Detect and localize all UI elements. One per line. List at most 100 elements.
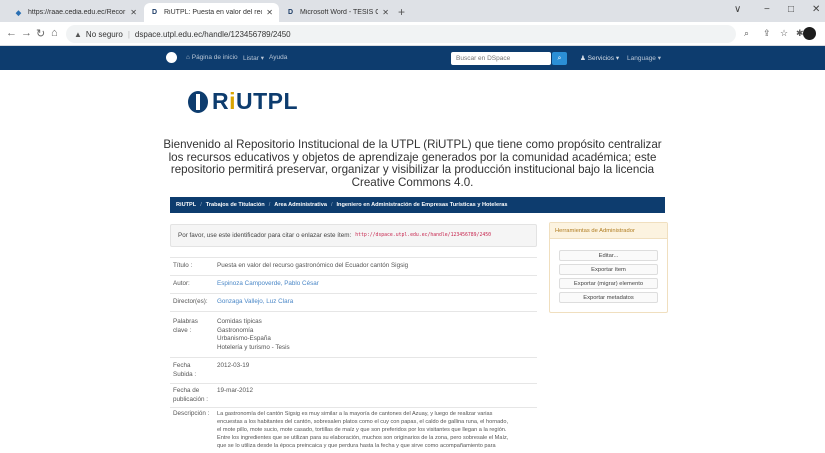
logo-rest: UTPL <box>236 88 299 114</box>
riutpl-logo[interactable]: RiUTPL <box>188 88 298 115</box>
close-tab-icon[interactable]: ✕ <box>130 8 137 17</box>
breadcrumb-item[interactable]: Ingeniero en Administración de Empresas … <box>337 202 508 208</box>
tab-title: https://raae.cedia.edu.ec/Recor <box>28 9 126 16</box>
nav-help[interactable]: Ayuda <box>269 54 287 61</box>
globe-icon: ◆ <box>15 9 22 17</box>
keywords-list: Comidas típicas Gastronomía Urbanismo-Es… <box>217 318 290 352</box>
keyword[interactable]: Comidas típicas <box>217 318 262 325</box>
url-text: dspace.utpl.edu.ec/handle/123456789/2450 <box>134 29 291 39</box>
keyword[interactable]: Hotelería y turismo - Tesis <box>217 344 290 351</box>
table-row: Palabras clave : Comidas típicas Gastrono… <box>170 311 537 357</box>
title-label: Título : <box>173 262 193 269</box>
table-row: Descripción : La gastronomía del cantón … <box>170 407 537 453</box>
table-row: Autor: Espinoza Campoverde, Pablo César <box>170 275 537 293</box>
tab-title: Microsoft Word - TESIS CD UTPL <box>300 9 379 16</box>
back-arrow-icon[interactable]: ← <box>6 27 17 39</box>
utpl-logo-icon[interactable] <box>166 52 177 63</box>
description-line: encuestas a los habitantes del cantón, s… <box>217 419 509 425</box>
upload-date-label: Fecha Subida : <box>173 362 196 379</box>
close-window-icon[interactable]: ✕ <box>812 4 820 15</box>
minimize-icon[interactable]: − <box>764 4 770 15</box>
export-item-button[interactable]: Exportar ítem <box>559 264 658 275</box>
table-row: Fecha Subida : 2012-03-19 <box>170 357 537 383</box>
logo-wordmark: RiUTPL <box>212 88 298 115</box>
description-label: Descripción : <box>173 410 210 417</box>
reload-icon[interactable]: ↻ <box>36 27 45 40</box>
export-migrate-button[interactable]: Exportar (migrar) elemento <box>559 278 658 289</box>
welcome-text: Bienvenido al Repositorio Institucional … <box>163 138 662 189</box>
close-tab-icon[interactable]: ✕ <box>266 8 273 17</box>
keywords-label-1: Palabras <box>173 318 198 325</box>
tab-title: RiUTPL: Puesta en valor del recur <box>164 9 263 16</box>
publication-date-value: 19-mar-2012 <box>217 387 254 394</box>
nav-services-label: Servicios ▾ <box>587 55 620 62</box>
admin-tools-panel: Herramientas de Administrador Editar... … <box>549 222 668 313</box>
site-navbar: ⌂ Página de inicio Listar ▾ Ayuda ⌕ ♟ Se… <box>0 46 825 70</box>
breadcrumb-item[interactable]: RiUTPL <box>176 202 196 208</box>
director-label: Director(es): <box>173 298 208 305</box>
breadcrumb-item[interactable]: Area Administrativa <box>274 202 327 208</box>
description-line: Entre los ingredientes que se utilizan p… <box>217 435 509 441</box>
nav-services[interactable]: ♟ Servicios ▾ <box>580 54 619 62</box>
upload-date-value: 2012-03-19 <box>217 362 250 369</box>
address-bar-row: ← → ↻ ⌂ ▲ No seguro | dspace.utpl.edu.ec… <box>0 22 825 46</box>
maximize-icon[interactable]: □ <box>788 4 794 15</box>
table-row: Título : Puesta en valor del recurso gas… <box>170 257 537 275</box>
author-link[interactable]: Espinoza Campoverde, Pablo César <box>217 280 319 289</box>
search-input[interactable] <box>451 52 551 65</box>
url-separator: | <box>127 29 130 39</box>
profile-avatar[interactable] <box>803 27 816 40</box>
admin-tools-title: Herramientas de Administrador <box>550 223 667 239</box>
nav-home-label: Página de inicio <box>191 54 238 61</box>
home-icon[interactable]: ⌂ <box>51 27 58 39</box>
author-name[interactable]: Espinoza Campoverde, Pablo César <box>217 280 319 287</box>
director-link[interactable]: Gonzaga Vallejo, Luz Clara <box>217 298 293 307</box>
publication-date-label-1: Fecha de <box>173 387 200 394</box>
nav-language[interactable]: Language ▾ <box>627 54 661 62</box>
search-icon: ⌕ <box>557 54 562 62</box>
citation-label: Por favor, use este identificador para c… <box>178 232 352 239</box>
table-row: Director(es): Gonzaga Vallejo, Luz Clara <box>170 293 537 311</box>
description-value: La gastronomía del cantón Sigsig es muy … <box>217 410 535 450</box>
director-name[interactable]: Gonzaga Vallejo, Luz Clara <box>217 298 293 305</box>
new-tab-button[interactable]: + <box>398 5 405 19</box>
star-icon[interactable]: ☆ <box>780 28 788 39</box>
nav-browse[interactable]: Listar ▾ <box>243 54 264 62</box>
citation-identifier-box: Por favor, use este identificador para c… <box>170 224 537 247</box>
logo-i: i <box>229 88 237 114</box>
browser-tab-raae[interactable]: ◆ https://raae.cedia.edu.ec/Recor ✕ <box>8 3 143 22</box>
edit-button[interactable]: Editar... <box>559 250 658 261</box>
author-label: Autor: <box>173 280 190 287</box>
url-bar[interactable]: ▲ No seguro | dspace.utpl.edu.ec/handle/… <box>66 25 736 43</box>
search-button[interactable]: ⌕ <box>552 52 567 65</box>
publication-date-label: Fecha de publicación : <box>173 387 208 404</box>
keywords-label-2: clave : <box>173 326 192 334</box>
table-row: Fecha de publicación : 19-mar-2012 <box>170 383 537 407</box>
title-value: Puesta en valor del recurso gastronómico… <box>217 262 409 269</box>
description-line: La gastronomía del cantón Sigsig es muy … <box>217 411 493 417</box>
keyword[interactable]: Urbanismo-España <box>217 335 271 342</box>
description-line: el mote pillo, mote sucio, mote casado, … <box>217 427 507 433</box>
close-tab-icon[interactable]: ✕ <box>382 8 389 17</box>
security-label: No seguro <box>85 29 123 39</box>
share-icon[interactable]: ⇪ <box>763 28 771 39</box>
forward-arrow-icon[interactable]: → <box>21 27 32 39</box>
upload-date-label-1: Fecha <box>173 362 191 369</box>
publication-date-label-2: publicación : <box>173 395 209 403</box>
nav-home[interactable]: ⌂ Página de inicio <box>186 54 238 61</box>
breadcrumb: RiUTPL / Trabajos de Titulación / Area Adm… <box>170 197 665 213</box>
warning-icon: ▲ <box>74 29 82 39</box>
dspace-icon: D <box>287 9 294 16</box>
export-metadata-button[interactable]: Exportar metadatos <box>559 292 658 303</box>
citation-uri[interactable]: http://dspace.utpl.edu.ec/handle/1234567… <box>355 233 491 238</box>
browser-tab-word[interactable]: D Microsoft Word - TESIS CD UTPL ✕ <box>280 3 395 22</box>
zoom-icon[interactable]: ⌕ <box>744 28 749 39</box>
utpl-emblem-icon <box>188 90 208 113</box>
tab-search-icon[interactable]: ∨ <box>734 4 741 15</box>
browser-tab-riutpl[interactable]: D RiUTPL: Puesta en valor del recur ✕ <box>144 3 279 22</box>
description-line: que se lo utiliza desde la época preinca… <box>217 443 496 449</box>
keyword[interactable]: Gastronomía <box>217 327 253 334</box>
breadcrumb-item[interactable]: Trabajos de Titulación <box>206 202 265 208</box>
logo-r: R <box>212 88 230 114</box>
dspace-icon: D <box>151 9 158 16</box>
